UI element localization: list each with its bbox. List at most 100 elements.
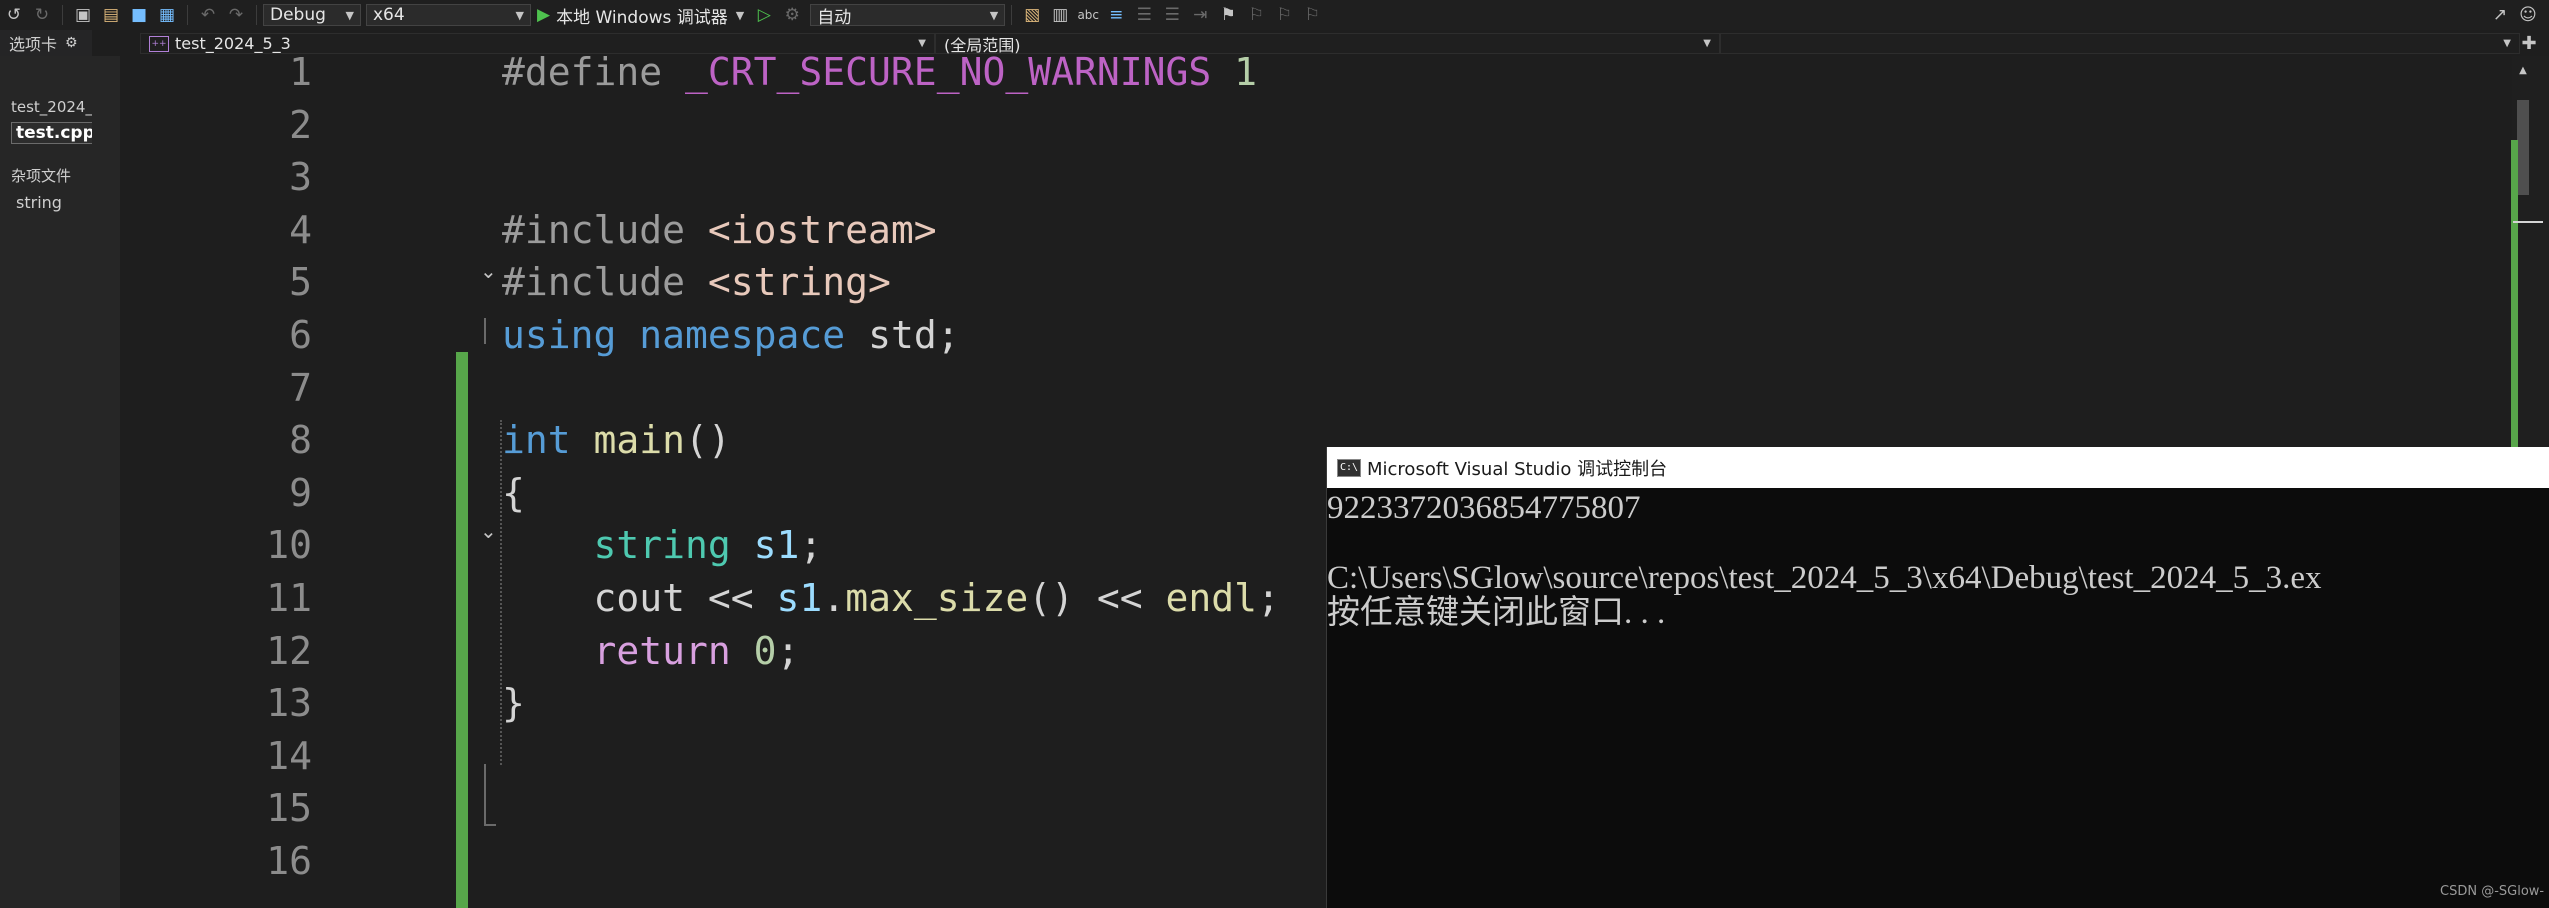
line-number: 11 [266, 576, 312, 620]
code-token: cout << [502, 576, 777, 620]
tabs-panel-header: 选项卡 ⚙ [0, 30, 92, 56]
line-number: 7 [289, 365, 312, 410]
line-number: 13 [266, 681, 312, 726]
line-number: 5 [289, 260, 312, 305]
code-token: () << [1028, 576, 1166, 620]
debug-console-window[interactable]: C:\ Microsoft Visual Studio 调试控制台 922337… [1326, 447, 2549, 908]
bookmark-icon[interactable]: ⚑ [1217, 4, 1239, 26]
line-code: { [502, 474, 525, 512]
back-icon[interactable]: ↺ [3, 4, 25, 26]
line-code: } [502, 684, 525, 722]
fold-toggle-icon[interactable]: ⌄ [480, 259, 497, 283]
uncomment-icon[interactable]: ☰ [1161, 4, 1183, 26]
play-outline-icon[interactable]: ▷ [753, 4, 775, 26]
scrollbar-thumb[interactable] [2517, 100, 2529, 195]
code-line[interactable]: 1 #define _CRT_SECURE_NO_WARNINGS 1 [92, 53, 2392, 91]
line-code: cout << s1.max_size() << endl; [502, 579, 1280, 617]
code-line[interactable]: 3 [92, 158, 2392, 196]
code-token: string [593, 523, 754, 568]
save-all-icon[interactable]: ▦ [156, 4, 178, 26]
solution-icon[interactable]: ▣ [72, 4, 94, 26]
bookmark-prev-icon[interactable]: ⚐ [1245, 4, 1267, 26]
code-token: 0 [753, 628, 777, 673]
tabs-panel-title: 选项卡 [9, 35, 58, 54]
chevron-down-icon: ▼ [345, 8, 354, 22]
line-number: 6 [289, 313, 312, 357]
code-token: { [502, 470, 525, 515]
configuration-select[interactable]: Debug ▼ [263, 4, 361, 26]
code-line[interactable]: 2 [92, 106, 2392, 144]
code-token: using [502, 313, 640, 357]
chevron-down-icon: ▼ [918, 38, 926, 49]
play-icon: ▶ [537, 5, 551, 25]
console-output: 9223372036854775807 C:\Users\SGlow\sourc… [1327, 490, 2322, 631]
line-number: 4 [289, 207, 312, 252]
code-line[interactable]: 7 [92, 365, 2392, 410]
file-tab-string[interactable]: string [16, 193, 62, 212]
code-token: int [502, 418, 594, 463]
bookmark-clear-icon[interactable]: ⚐ [1301, 4, 1323, 26]
format-icon[interactable]: ≡ [1105, 4, 1127, 26]
line-number: 9 [289, 470, 312, 515]
line-number: 10 [266, 523, 312, 568]
save-icon[interactable]: ■ [128, 4, 150, 26]
indent-icon[interactable]: ⇥ [1189, 4, 1211, 26]
line-number: 15 [266, 786, 312, 831]
line-code: #include <string> [502, 263, 891, 301]
chevron-down-icon[interactable]: ▼ [736, 9, 744, 22]
project-name: test_2024_5_3 [175, 34, 291, 53]
code-token: std; [868, 313, 960, 357]
project-icon: ++ [149, 35, 169, 52]
member-dropdown[interactable]: ▼ [1720, 33, 2520, 54]
redo-icon[interactable]: ↷ [225, 4, 247, 26]
code-token: <string> [707, 260, 891, 305]
split-window-icon[interactable]: ✚ [2518, 33, 2540, 54]
chevron-down-icon: ▼ [989, 8, 999, 22]
forward-icon[interactable]: ↻ [31, 4, 53, 26]
code-token: _CRT_SECURE_NO_WARNINGS [685, 50, 1212, 94]
comment-icon[interactable]: ☰ [1133, 4, 1155, 26]
fold-toggle-icon[interactable]: ⌄ [480, 519, 497, 543]
line-number: 14 [266, 733, 312, 778]
platform-select[interactable]: x64 ▼ [366, 4, 531, 26]
code-line[interactable]: 6 using namespace std; [92, 313, 2392, 357]
line-code: #define _CRT_SECURE_NO_WARNINGS 1 [502, 53, 1257, 91]
code-token: } [502, 681, 525, 726]
start-debug-button[interactable]: ▶ 本地 Windows 调试器 ▼ [537, 3, 744, 28]
code-token: return [593, 628, 754, 673]
code-token: namespace [639, 313, 869, 357]
share-icon[interactable]: ↗ [2489, 4, 2511, 26]
navigation-bar: ++ test_2024_5_3 ▼ (全局范围) ▼ ▼ [140, 33, 2520, 55]
mode-select[interactable]: 自动 ▼ [810, 4, 1006, 28]
scroll-up-icon[interactable]: ▲ [2517, 65, 2529, 77]
open-folder-icon[interactable]: ▤ [100, 4, 122, 26]
code-line[interactable]: 4 #include <iostream> [92, 207, 2392, 252]
bookmark-next-icon[interactable]: ⚐ [1273, 4, 1295, 26]
line-code: string s1; [502, 526, 823, 564]
code-token: 1 [1234, 50, 1258, 94]
line-code: return 0; [502, 632, 800, 670]
code-token: #include [502, 207, 708, 252]
misc-files-group[interactable]: 杂项文件 [11, 165, 71, 186]
gear-icon[interactable]: ⚙ [65, 35, 78, 51]
person-icon[interactable]: ☺ [2517, 4, 2539, 26]
find-icon[interactable]: ▧ [1021, 4, 1043, 26]
code-token: #include [502, 260, 708, 305]
code-line[interactable]: 5 #include <string> [92, 260, 2392, 305]
spell-icon[interactable]: abc [1077, 4, 1099, 26]
console-title: Microsoft Visual Studio 调试控制台 [1367, 458, 1668, 480]
code-token: . [822, 576, 846, 620]
layout-icon[interactable]: ▥ [1049, 4, 1071, 26]
console-app-icon: C:\ [1337, 458, 1361, 477]
toolbar-separator [187, 5, 188, 25]
toolbar-separator [1011, 5, 1013, 25]
main-toolbar: ↺ ↻ ▣ ▤ ■ ▦ ↶ ↷ Debug ▼ x64 ▼ ▶ 本地 Windo… [0, 0, 2549, 30]
attach-icon[interactable]: ⚙ [781, 4, 803, 26]
start-debug-label: 本地 Windows 调试器 [556, 7, 728, 28]
console-title-bar[interactable]: C:\ Microsoft Visual Studio 调试控制台 [1327, 447, 2549, 488]
watermark: CSDN @-SGlow- [2440, 884, 2545, 899]
undo-icon[interactable]: ↶ [197, 4, 219, 26]
